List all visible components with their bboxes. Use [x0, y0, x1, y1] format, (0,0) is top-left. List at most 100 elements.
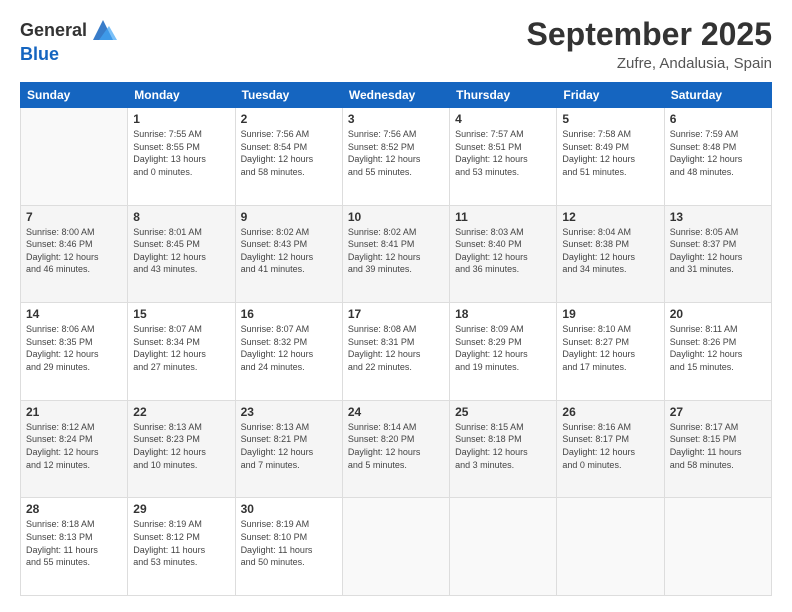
page: General Blue September 2025 Zufre, Andal… — [0, 0, 792, 612]
day-number: 28 — [26, 502, 122, 516]
day-info: Sunrise: 8:11 AM Sunset: 8:26 PM Dayligh… — [670, 323, 766, 373]
calendar-cell: 7 Sunrise: 8:00 AM Sunset: 8:46 PM Daylig… — [21, 205, 128, 303]
calendar-cell: 30Sunrise: 8:19 AM Sunset: 8:10 PM Dayli… — [235, 498, 342, 596]
day-number: 4 — [455, 112, 551, 126]
day-info: Sunrise: 8:18 AM Sunset: 8:13 PM Dayligh… — [26, 518, 122, 568]
day-number: 14 — [26, 307, 122, 321]
day-number: 10 — [348, 210, 444, 224]
day-number: 19 — [562, 307, 658, 321]
calendar-day-header: Wednesday — [342, 83, 449, 108]
header: General Blue September 2025 Zufre, Andal… — [20, 16, 772, 72]
calendar-cell — [664, 498, 771, 596]
calendar-cell: 10 Sunrise: 8:02 AM Sunset: 8:41 PM Dayli… — [342, 205, 449, 303]
calendar-cell: 14 Sunrise: 8:06 AM Sunset: 8:35 PM Dayli… — [21, 303, 128, 401]
day-info: Sunrise: 8:02 AM Sunset: 8:41 PM Dayligh… — [348, 226, 444, 276]
day-number: 26 — [562, 405, 658, 419]
logo-icon — [89, 16, 117, 44]
calendar-cell — [450, 498, 557, 596]
calendar-cell: 9 Sunrise: 8:02 AM Sunset: 8:43 PM Daylig… — [235, 205, 342, 303]
calendar-cell: 3 Sunrise: 7:56 AM Sunset: 8:52 PM Daylig… — [342, 108, 449, 206]
day-number: 16 — [241, 307, 337, 321]
calendar-cell: 1Sunrise: 7:55 AM Sunset: 8:55 PM Daylig… — [128, 108, 235, 206]
day-info: Sunrise: 8:07 AM Sunset: 8:32 PM Dayligh… — [241, 323, 337, 373]
calendar-cell: 23 Sunrise: 8:13 AM Sunset: 8:21 PM Dayli… — [235, 400, 342, 498]
calendar-cell: 5 Sunrise: 7:58 AM Sunset: 8:49 PM Daylig… — [557, 108, 664, 206]
calendar-cell: 12Sunrise: 8:04 AM Sunset: 8:38 PM Dayli… — [557, 205, 664, 303]
day-info: Sunrise: 8:03 AM Sunset: 8:40 PM Dayligh… — [455, 226, 551, 276]
day-number: 24 — [348, 405, 444, 419]
day-info: Sunrise: 8:06 AM Sunset: 8:35 PM Dayligh… — [26, 323, 122, 373]
calendar-cell: 8Sunrise: 8:01 AM Sunset: 8:45 PM Daylig… — [128, 205, 235, 303]
day-number: 30 — [241, 502, 337, 516]
day-number: 22 — [133, 405, 229, 419]
day-number: 17 — [348, 307, 444, 321]
day-info: Sunrise: 8:13 AM Sunset: 8:23 PM Dayligh… — [133, 421, 229, 471]
calendar-day-header: Thursday — [450, 83, 557, 108]
day-number: 21 — [26, 405, 122, 419]
day-info: Sunrise: 7:56 AM Sunset: 8:54 PM Dayligh… — [241, 128, 337, 178]
day-info: Sunrise: 7:56 AM Sunset: 8:52 PM Dayligh… — [348, 128, 444, 178]
title-block: September 2025 Zufre, Andalusia, Spain — [527, 16, 772, 72]
day-number: 29 — [133, 502, 229, 516]
calendar-subtitle: Zufre, Andalusia, Spain — [527, 55, 772, 72]
calendar-day-header: Tuesday — [235, 83, 342, 108]
calendar-cell: 27 Sunrise: 8:17 AM Sunset: 8:15 PM Dayli… — [664, 400, 771, 498]
day-info: Sunrise: 7:58 AM Sunset: 8:49 PM Dayligh… — [562, 128, 658, 178]
day-number: 25 — [455, 405, 551, 419]
day-info: Sunrise: 8:09 AM Sunset: 8:29 PM Dayligh… — [455, 323, 551, 373]
calendar-cell: 18 Sunrise: 8:09 AM Sunset: 8:29 PM Dayli… — [450, 303, 557, 401]
calendar-cell: 28 Sunrise: 8:18 AM Sunset: 8:13 PM Dayli… — [21, 498, 128, 596]
calendar-cell — [342, 498, 449, 596]
day-info: Sunrise: 8:05 AM Sunset: 8:37 PM Dayligh… — [670, 226, 766, 276]
calendar-cell: 15 Sunrise: 8:07 AM Sunset: 8:34 PM Dayli… — [128, 303, 235, 401]
day-number: 15 — [133, 307, 229, 321]
calendar-table: SundayMondayTuesdayWednesdayThursdayFrid… — [20, 82, 772, 596]
day-info: Sunrise: 7:59 AM Sunset: 8:48 PM Dayligh… — [670, 128, 766, 178]
day-number: 5 — [562, 112, 658, 126]
day-info: Sunrise: 8:02 AM Sunset: 8:43 PM Dayligh… — [241, 226, 337, 276]
day-number: 13 — [670, 210, 766, 224]
day-info: Sunrise: 8:15 AM Sunset: 8:18 PM Dayligh… — [455, 421, 551, 471]
calendar-cell: 22 Sunrise: 8:13 AM Sunset: 8:23 PM Dayli… — [128, 400, 235, 498]
day-info: Sunrise: 8:10 AM Sunset: 8:27 PM Dayligh… — [562, 323, 658, 373]
day-number: 20 — [670, 307, 766, 321]
day-info: Sunrise: 7:57 AM Sunset: 8:51 PM Dayligh… — [455, 128, 551, 178]
day-number: 6 — [670, 112, 766, 126]
day-info: Sunrise: 8:04 AM Sunset: 8:38 PM Dayligh… — [562, 226, 658, 276]
calendar-week-row: 21 Sunrise: 8:12 AM Sunset: 8:24 PM Dayli… — [21, 400, 772, 498]
calendar-cell: 2Sunrise: 7:56 AM Sunset: 8:54 PM Daylig… — [235, 108, 342, 206]
calendar-cell: 13 Sunrise: 8:05 AM Sunset: 8:37 PM Dayli… — [664, 205, 771, 303]
day-number: 8 — [133, 210, 229, 224]
logo: General Blue — [20, 16, 117, 65]
calendar-day-header: Monday — [128, 83, 235, 108]
day-info: Sunrise: 8:00 AM Sunset: 8:46 PM Dayligh… — [26, 226, 122, 276]
calendar-cell — [21, 108, 128, 206]
calendar-cell: 19 Sunrise: 8:10 AM Sunset: 8:27 PM Dayli… — [557, 303, 664, 401]
day-info: Sunrise: 8:07 AM Sunset: 8:34 PM Dayligh… — [133, 323, 229, 373]
calendar-cell: 11 Sunrise: 8:03 AM Sunset: 8:40 PM Dayli… — [450, 205, 557, 303]
day-number: 11 — [455, 210, 551, 224]
calendar-cell: 4 Sunrise: 7:57 AM Sunset: 8:51 PM Daylig… — [450, 108, 557, 206]
calendar-week-row: 1Sunrise: 7:55 AM Sunset: 8:55 PM Daylig… — [21, 108, 772, 206]
calendar-week-row: 7 Sunrise: 8:00 AM Sunset: 8:46 PM Daylig… — [21, 205, 772, 303]
calendar-cell: 16 Sunrise: 8:07 AM Sunset: 8:32 PM Dayli… — [235, 303, 342, 401]
day-number: 27 — [670, 405, 766, 419]
day-number: 23 — [241, 405, 337, 419]
calendar-day-header: Sunday — [21, 83, 128, 108]
calendar-cell: 6 Sunrise: 7:59 AM Sunset: 8:48 PM Daylig… — [664, 108, 771, 206]
calendar-day-header: Friday — [557, 83, 664, 108]
day-info: Sunrise: 8:12 AM Sunset: 8:24 PM Dayligh… — [26, 421, 122, 471]
calendar-week-row: 28 Sunrise: 8:18 AM Sunset: 8:13 PM Dayli… — [21, 498, 772, 596]
day-number: 3 — [348, 112, 444, 126]
day-info: Sunrise: 8:14 AM Sunset: 8:20 PM Dayligh… — [348, 421, 444, 471]
logo-blue-text: Blue — [20, 44, 59, 65]
day-info: Sunrise: 8:19 AM Sunset: 8:12 PM Dayligh… — [133, 518, 229, 568]
day-number: 9 — [241, 210, 337, 224]
calendar-cell: 29 Sunrise: 8:19 AM Sunset: 8:12 PM Dayli… — [128, 498, 235, 596]
calendar-day-header: Saturday — [664, 83, 771, 108]
day-number: 7 — [26, 210, 122, 224]
day-number: 18 — [455, 307, 551, 321]
calendar-header-row: SundayMondayTuesdayWednesdayThursdayFrid… — [21, 83, 772, 108]
day-info: Sunrise: 8:13 AM Sunset: 8:21 PM Dayligh… — [241, 421, 337, 471]
day-info: Sunrise: 8:17 AM Sunset: 8:15 PM Dayligh… — [670, 421, 766, 471]
